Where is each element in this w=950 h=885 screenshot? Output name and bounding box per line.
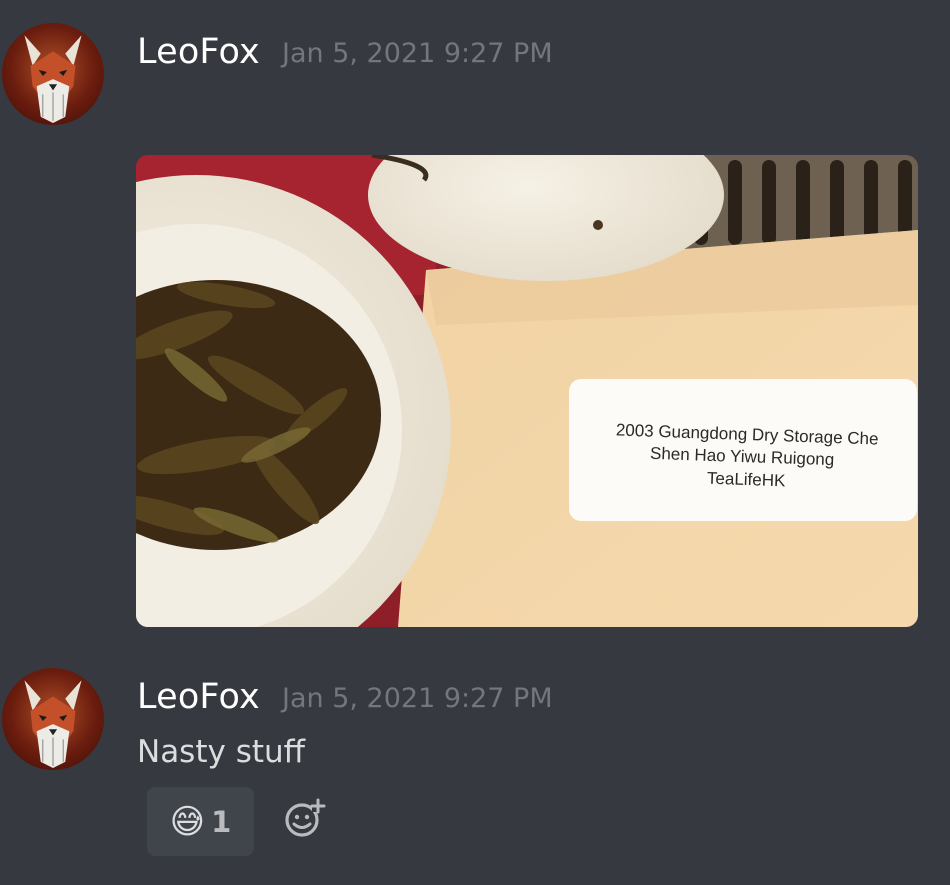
image-attachment[interactable]: 2003 Guangdong Dry Storage Che Shen Hao …	[136, 155, 918, 627]
reaction-count: 1	[211, 804, 232, 839]
message-author[interactable]: LeoFox	[137, 32, 260, 72]
fox-avatar-icon	[24, 35, 82, 123]
fox-avatar-icon	[24, 680, 82, 768]
user-avatar[interactable]	[2, 668, 104, 770]
message-timestamp: Jan 5, 2021 9:27 PM	[282, 683, 553, 714]
tea-photo: 2003 Guangdong Dry Storage Che Shen Hao …	[136, 155, 918, 627]
message-text: Nasty stuff	[137, 734, 306, 770]
user-avatar[interactable]	[2, 23, 104, 125]
message-author[interactable]: LeoFox	[137, 677, 260, 717]
label-line-3: TeaLifeHK	[707, 469, 787, 491]
sweat-smile-emoji-icon: 😅	[169, 801, 206, 842]
reaction-button[interactable]: 😅 1	[147, 787, 254, 856]
add-reaction-icon[interactable]	[284, 797, 326, 839]
message-timestamp: Jan 5, 2021 9:27 PM	[282, 38, 553, 69]
